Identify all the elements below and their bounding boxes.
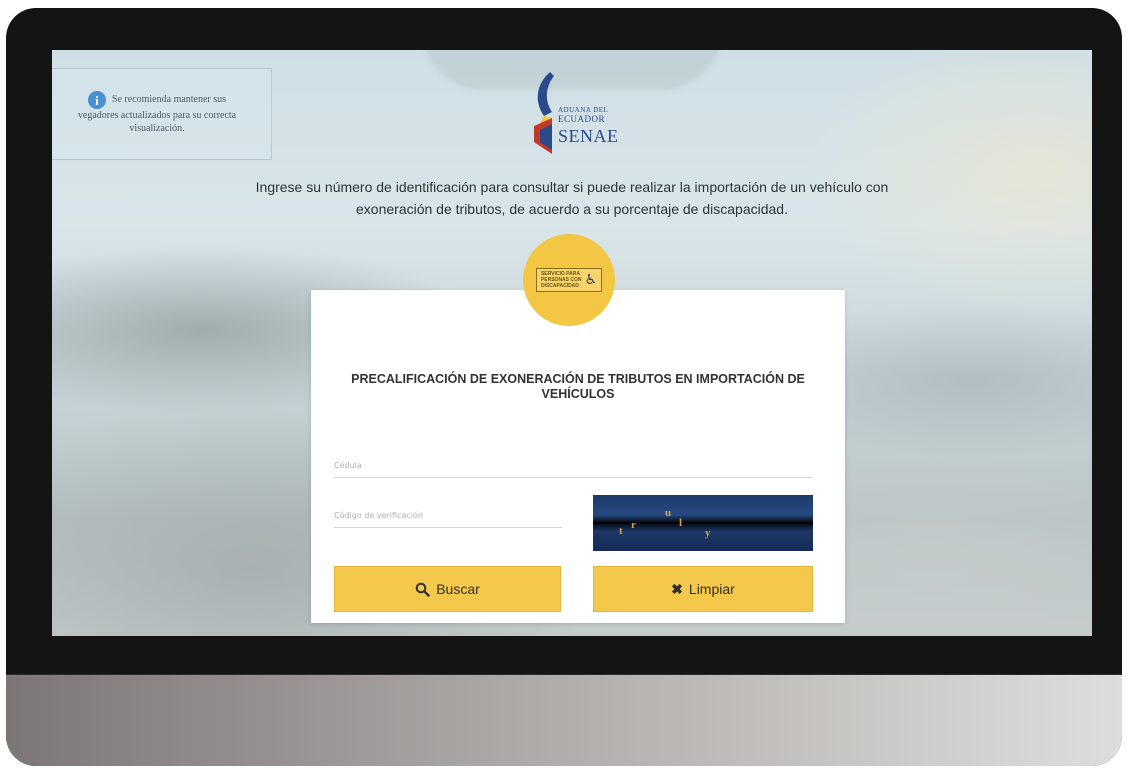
- verification-code-input[interactable]: [334, 504, 562, 528]
- notice-line-3: visualización.: [129, 123, 185, 134]
- monitor-frame: i Se recomienda mantener sus vegadores a…: [6, 8, 1122, 766]
- captcha-char: l: [679, 517, 683, 529]
- badge-text: SERVICIO PARA PERSONAS CON DISCAPACIDAD: [541, 271, 582, 289]
- close-icon: ✖: [671, 580, 683, 597]
- badge-label-box: SERVICIO PARA PERSONAS CON DISCAPACIDAD …: [535, 268, 603, 292]
- disability-service-badge: SERVICIO PARA PERSONAS CON DISCAPACIDAD …: [523, 234, 615, 326]
- search-button[interactable]: Buscar: [334, 566, 561, 612]
- captcha-line: [593, 522, 813, 524]
- cedula-input[interactable]: [334, 454, 812, 478]
- intro-line-2: exoneración de tributos, de acuerdo a su…: [356, 201, 788, 217]
- notice-line-1: Se recomienda mantener sus: [111, 94, 227, 105]
- clear-button[interactable]: ✖ Limpiar: [593, 566, 813, 612]
- search-button-label: Buscar: [436, 581, 480, 597]
- browser-screen: i Se recomienda mantener sus vegadores a…: [52, 50, 1092, 636]
- captcha-char: u: [665, 507, 672, 519]
- captcha-char: t: [619, 525, 623, 537]
- senae-logo: ADUANA DEL ECUADOR SENAE: [528, 68, 638, 156]
- intro-text: Ingrese su número de identificación para…: [202, 176, 942, 220]
- search-icon: [415, 582, 430, 597]
- wheelchair-icon: ♿: [584, 272, 598, 288]
- notice-row: i Se recomienda mantener sus: [87, 91, 227, 109]
- monitor-chin: [6, 674, 1122, 766]
- info-icon: i: [87, 91, 106, 109]
- logo-text-big: SENAE: [558, 126, 619, 146]
- intro-line-1: Ingrese su número de identificación para…: [255, 179, 889, 195]
- captcha-image: t r u l y: [593, 495, 813, 551]
- logo-text-middle: ECUADOR: [558, 114, 606, 124]
- badge-line-3: DISCAPACIDAD: [540, 283, 579, 289]
- captcha-char: r: [631, 519, 636, 531]
- precalification-form-card: PRECALIFICACIÓN DE EXONERACIÓN DE TRIBUT…: [311, 290, 845, 623]
- senae-logo-text: ADUANA DEL ECUADOR SENAE: [558, 106, 619, 146]
- captcha-char: y: [705, 527, 711, 539]
- form-title: PRECALIFICACIÓN DE EXONERACIÓN DE TRIBUT…: [351, 372, 805, 401]
- notice-line-2: vegadores actualizados para su correcta: [77, 110, 237, 121]
- clear-button-label: Limpiar: [688, 581, 735, 597]
- browser-notice: i Se recomienda mantener sus vegadores a…: [52, 68, 272, 160]
